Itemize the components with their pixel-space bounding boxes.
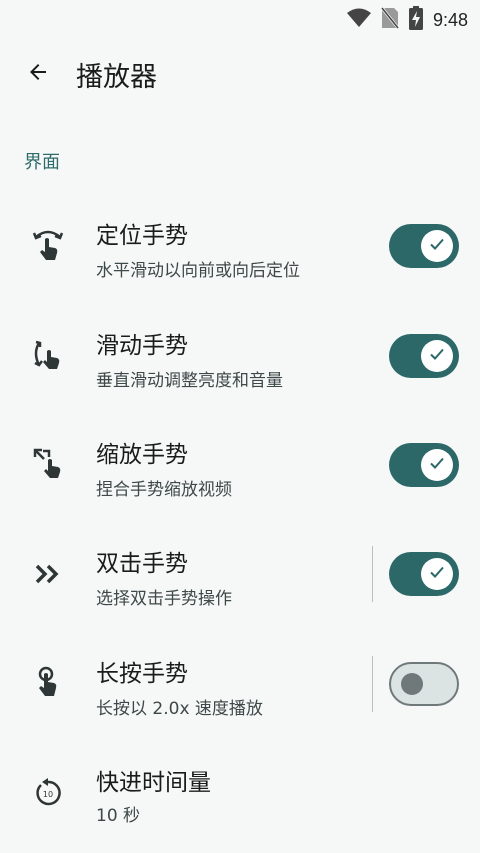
clock: 9:48	[432, 9, 468, 30]
section-header: 界面	[24, 152, 60, 173]
double-tap-toggle[interactable]	[389, 552, 459, 596]
seek-gesture-toggle[interactable]	[389, 224, 459, 268]
toggle-thumb	[421, 230, 453, 262]
app-bar: 播放器	[0, 46, 480, 102]
setting-summary: 长按以 2.0x 速度播放	[96, 699, 263, 719]
setting-summary: 10 秒	[96, 806, 141, 826]
setting-zoom-gesture[interactable]: 缩放手势 捏合手势缩放视频	[0, 413, 480, 517]
setting-fast-forward-amount[interactable]: 10 快进时间量 10 秒	[0, 741, 480, 845]
long-press-icon	[28, 662, 68, 702]
setting-summary: 选择双击手势操作	[96, 589, 232, 609]
check-icon	[428, 454, 446, 476]
setting-summary: 垂直滑动调整亮度和音量	[96, 371, 283, 391]
no-sim-icon	[380, 7, 400, 33]
page-title: 播放器	[76, 61, 157, 93]
swipe-gesture-toggle[interactable]	[389, 334, 459, 378]
toggle-thumb	[421, 558, 453, 590]
seek-gesture-icon	[28, 224, 68, 264]
status-bar: 9:48	[0, 0, 480, 34]
fast-forward-10-icon: 10	[28, 773, 68, 813]
swipe-gesture-icon	[28, 334, 68, 374]
check-icon	[428, 235, 446, 257]
long-press-toggle[interactable]	[389, 662, 459, 706]
divider	[372, 546, 373, 602]
double-tap-icon	[28, 554, 68, 594]
check-icon	[428, 563, 446, 585]
setting-summary: 捏合手势缩放视频	[96, 480, 232, 500]
setting-seek-gesture[interactable]: 定位手势 水平滑动以向前或向后定位	[0, 194, 480, 298]
setting-title: 长按手势	[96, 661, 188, 687]
back-button[interactable]	[14, 50, 62, 98]
toggle-thumb	[401, 673, 423, 695]
toggle-thumb	[421, 449, 453, 481]
setting-double-tap[interactable]: 双击手势 选择双击手势操作	[0, 522, 480, 626]
check-icon	[428, 345, 446, 367]
setting-summary: 水平滑动以向前或向后定位	[96, 261, 300, 281]
setting-title: 定位手势	[96, 223, 188, 249]
back-arrow-icon	[26, 60, 50, 88]
setting-title: 快进时间量	[96, 770, 211, 796]
battery-charging-icon	[408, 6, 423, 34]
zoom-gesture-icon	[28, 443, 68, 483]
setting-title: 缩放手势	[96, 442, 188, 468]
svg-text:10: 10	[43, 790, 53, 799]
setting-long-press[interactable]: 长按手势 长按以 2.0x 速度播放	[0, 632, 480, 736]
toggle-thumb	[421, 340, 453, 372]
setting-title: 滑动手势	[96, 333, 188, 359]
setting-swipe-gesture[interactable]: 滑动手势 垂直滑动调整亮度和音量	[0, 304, 480, 408]
zoom-gesture-toggle[interactable]	[389, 443, 459, 487]
divider	[372, 656, 373, 712]
wifi-icon	[346, 8, 371, 32]
status-icons: 9:48	[346, 6, 468, 34]
setting-title: 双击手势	[96, 551, 188, 577]
